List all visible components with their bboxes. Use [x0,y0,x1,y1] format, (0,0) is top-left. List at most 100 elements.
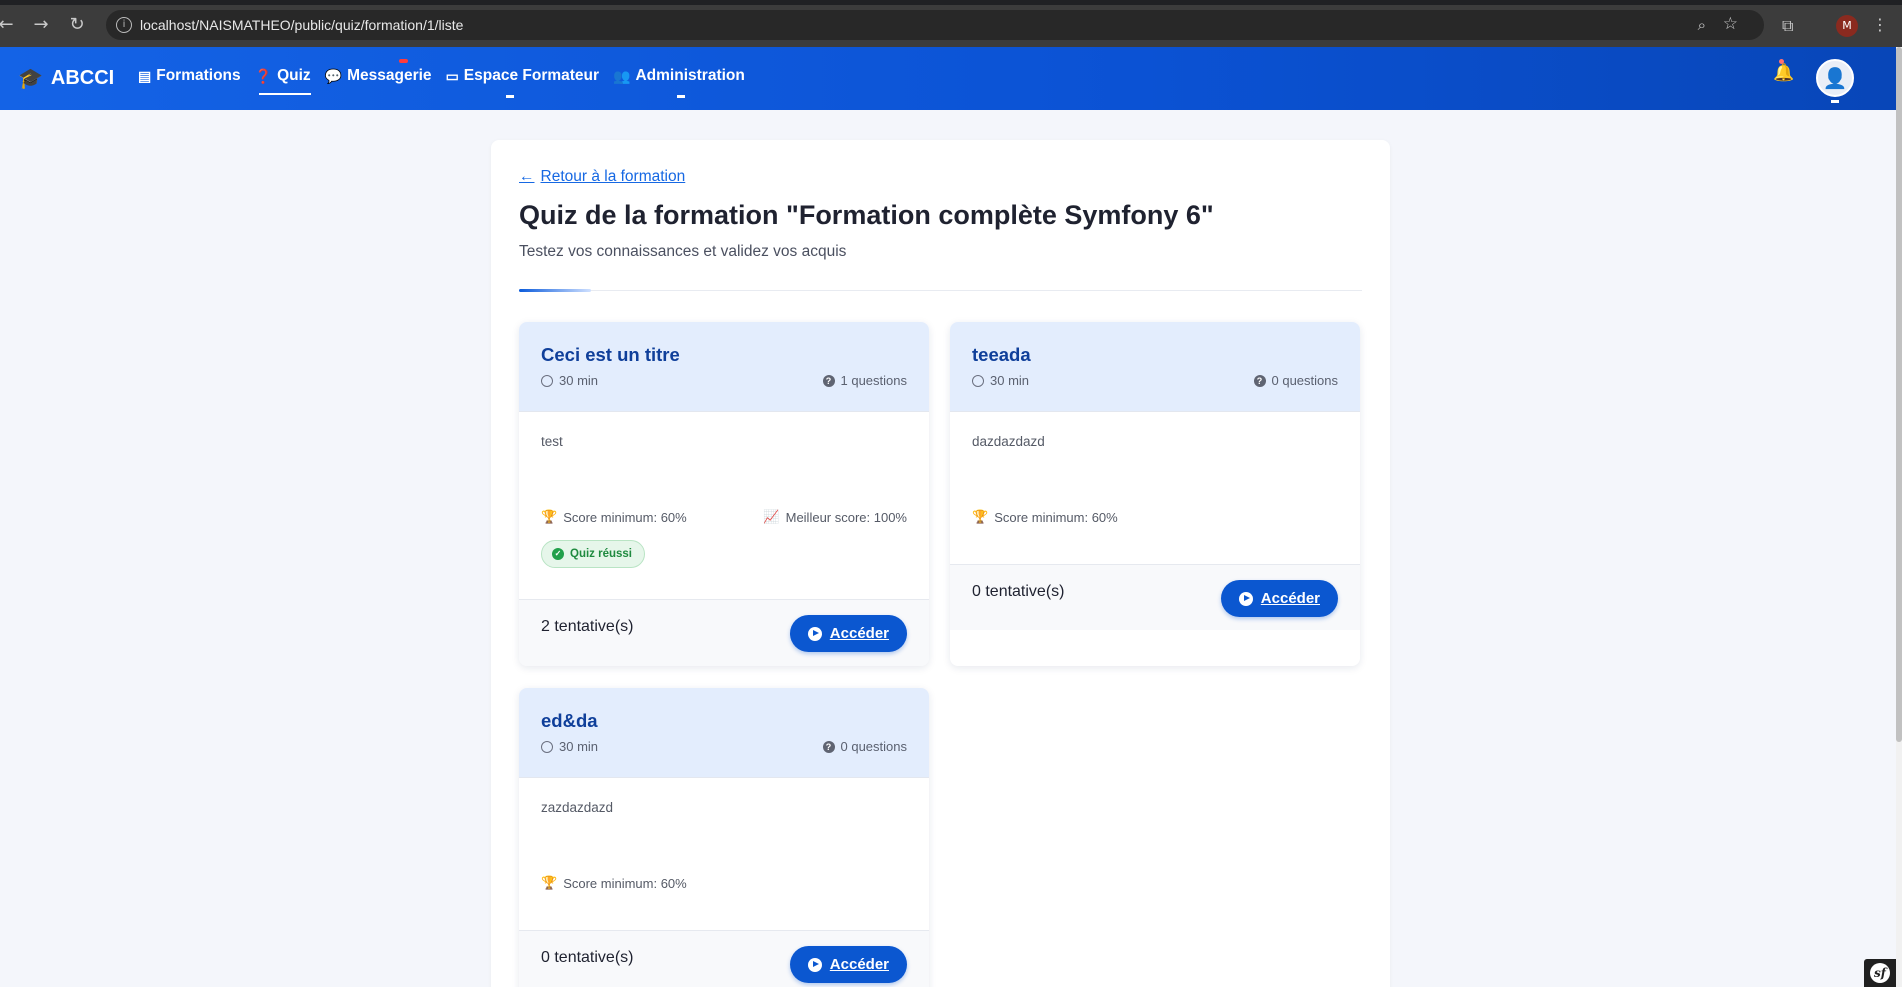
users-cog-icon: 👥 [613,67,631,84]
question-circle-icon: ? [822,740,835,753]
quiz-list-panel: ← Retour à la formation Quiz de la forma… [491,140,1390,987]
app-navbar: 🎓 ABCCI ▤ Formations ❓ Quiz 💬 Messagerie… [0,47,1896,110]
duration-text: 30 min [559,739,599,754]
access-button-label: Accéder [1260,590,1320,607]
nav-quiz[interactable]: ❓ Quiz [255,67,311,95]
access-quiz-button[interactable]: Accéder [789,615,907,652]
trophy-icon: 🏆 [541,509,558,524]
quiz-title: ed&da [541,710,598,731]
quiz-card-footer: 0 tentative(s) Accéder [950,564,1360,630]
min-score-text: Score minimum: 60% [994,509,1118,525]
play-circle-icon [1238,591,1253,606]
quiz-duration: 30 min [541,739,598,754]
page-subtitle: Testez vos connaissances et validez vos … [519,243,847,260]
min-score-text: Score minimum: 60% [563,875,687,891]
address-bar[interactable]: i localhost/NAISMATHEO/public/quiz/forma… [106,10,1764,40]
reload-icon[interactable]: ↻ [65,14,89,35]
duration-text: 30 min [559,373,599,388]
dropdown-indicator [505,95,514,98]
unread-indicator [398,59,408,63]
nav-administration-label: Administration [635,67,745,84]
comments-icon: 💬 [324,67,343,84]
arrow-left-icon: ← [519,168,535,185]
back-to-formation-link[interactable]: ← Retour à la formation [519,168,685,186]
nav-administration[interactable]: 👥 Administration [613,67,745,98]
trophy-icon: 🏆 [972,509,989,524]
quiz-duration: 30 min [541,373,598,388]
clock-icon [541,374,553,387]
browser-menu-icon[interactable]: ⋮ [1872,15,1888,34]
attempts-count: 0 tentative(s) [972,583,1065,600]
browser-toolbar: ← → ↻ i localhost/NAISMATHEO/public/quiz… [0,0,1902,47]
quiz-title: teeada [972,344,1031,365]
nav-espace-formateur-label: Espace Formateur [463,67,600,84]
quiz-title: Ceci est un titre [541,344,680,365]
zoom-icon[interactable]: ⌕ [1698,16,1706,34]
main-nav: ▤ Formations ❓ Quiz 💬 Messagerie ▭ Espac… [138,59,745,98]
quiz-card-footer: 2 tentative(s) Accéder [519,599,929,666]
notification-dot [1779,59,1784,64]
forward-arrow-icon[interactable]: → [29,14,53,35]
dropdown-indicator [1831,100,1839,103]
clock-icon [972,374,984,387]
questions-text: 0 questions [1271,373,1339,388]
nav-formations[interactable]: ▤ Formations [138,67,241,85]
nav-messagerie-label: Messagerie [347,67,432,84]
question-circle-icon: ? [1253,374,1266,387]
questions-text: 0 questions [840,739,908,754]
site-info-icon[interactable]: i [116,17,132,33]
quiz-question-count: ? 0 questions [822,739,908,754]
quiz-card-header: Ceci est un titre 30 min ? 1 questions [519,322,929,412]
back-link-label: Retour à la formation [540,168,686,185]
quiz-description: test [541,434,563,449]
symfony-toolbar-toggle[interactable]: sf [1864,959,1896,987]
quiz-question-count: ? 0 questions [1253,373,1339,388]
quiz-card-header: teeada 30 min ? 0 questions [950,322,1360,412]
divider [519,290,1362,291]
min-score-text: Score minimum: 60% [563,509,687,525]
user-icon: 👤 [1822,66,1848,90]
access-quiz-button[interactable]: Accéder [1220,580,1338,617]
nav-formations-label: Formations [156,67,241,84]
bell-icon[interactable]: 🔔 [1773,59,1794,83]
min-score: 🏆 Score minimum: 60% [541,875,687,891]
nav-espace-formateur[interactable]: ▭ Espace Formateur [445,67,600,98]
quiz-question-count: ? 1 questions [822,373,908,388]
quiz-card: Ceci est un titre 30 min ? 1 questions te… [519,322,929,666]
url-text[interactable]: localhost/NAISMATHEO/public/quiz/formati… [140,17,463,33]
browser-profile-avatar[interactable]: M [1836,15,1858,37]
quiz-card: ed&da 30 min ? 0 questions zazdazdazd 🏆 Sc… [519,688,929,987]
access-button-label: Accéder [829,956,889,973]
book-icon: ▤ [138,67,152,84]
nav-messagerie[interactable]: 💬 Messagerie [324,59,432,85]
scrollbar-thumb[interactable] [1896,47,1902,742]
symfony-logo-icon: sf [1870,963,1890,983]
play-circle-icon [807,957,822,972]
page-scrollbar[interactable] [1896,47,1902,987]
divider-accent [519,289,591,292]
min-score: 🏆 Score minimum: 60% [541,509,687,525]
bookmark-star-icon[interactable]: ☆ [1723,14,1738,34]
access-quiz-button[interactable]: Accéder [789,946,907,983]
back-arrow-icon[interactable]: ← [0,14,18,35]
questions-text: 1 questions [840,373,908,388]
brand-logo[interactable]: 🎓 ABCCI [18,66,114,91]
user-avatar[interactable]: 👤 [1816,59,1854,97]
graduation-cap-icon: 🎓 [18,68,43,90]
play-circle-icon [807,626,822,641]
check-circle-icon: ✓ [552,548,564,560]
quiz-card: teeada 30 min ? 0 questions dazdazdazd 🏆 S… [950,322,1360,666]
status-badge: ✓ Quiz réussi [541,540,645,568]
duration-text: 30 min [990,373,1030,388]
nav-quiz-label: Quiz [277,67,311,84]
quiz-card-footer: 0 tentative(s) Accéder [519,930,929,987]
question-circle-icon: ? [822,374,835,387]
quiz-description: dazdazdazd [972,434,1045,449]
quiz-card-header: ed&da 30 min ? 0 questions [519,688,929,778]
chart-line-icon: 📈 [763,509,780,524]
dropdown-indicator [677,95,686,98]
best-score-text: Meilleur score: 100% [785,509,907,525]
brand-name: ABCCI [50,67,115,89]
chalkboard-teacher-icon: ▭ [445,67,459,84]
extensions-icon[interactable]: ⧉ [1782,16,1793,36]
